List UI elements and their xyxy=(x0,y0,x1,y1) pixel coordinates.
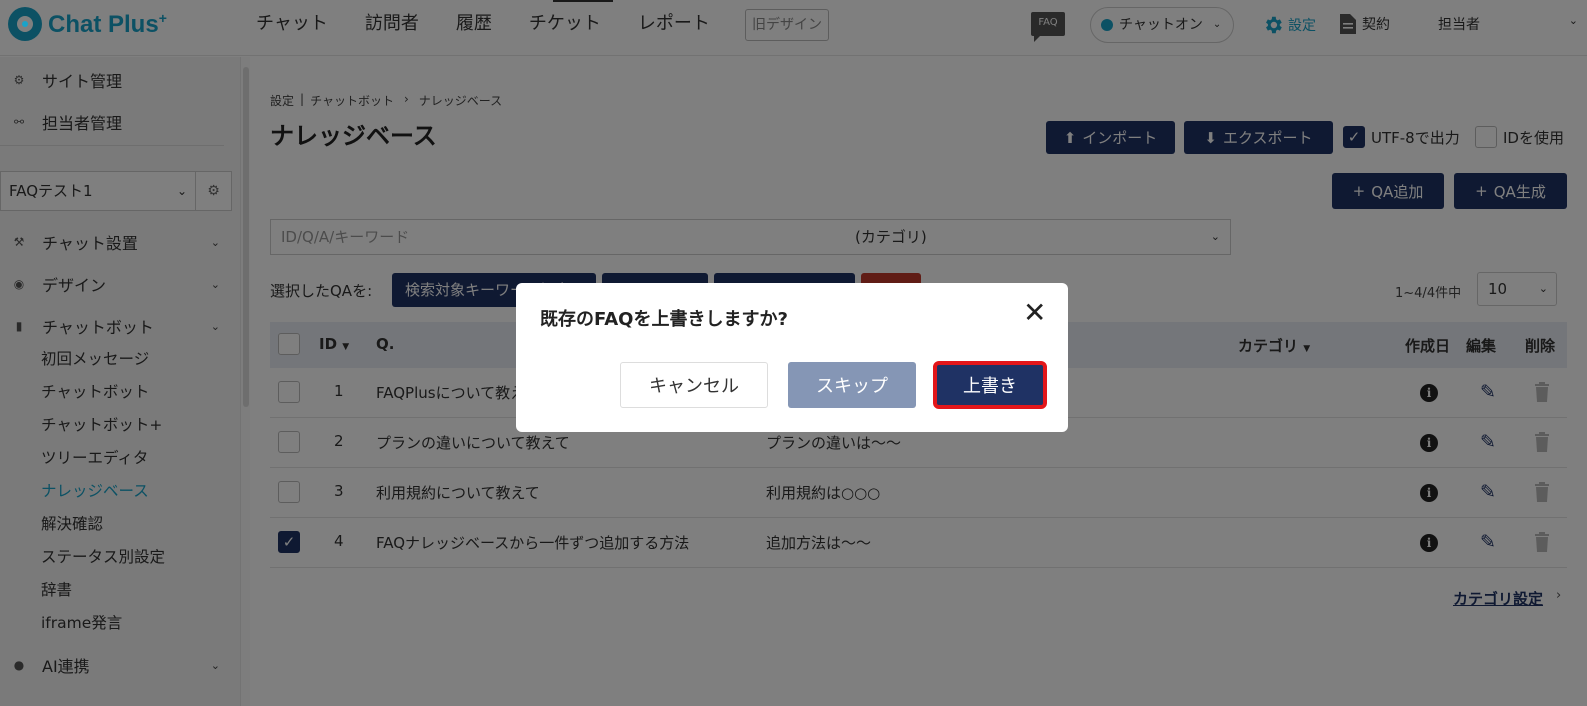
close-icon[interactable]: ✕ xyxy=(1023,299,1046,327)
cancel-button[interactable]: キャンセル xyxy=(620,362,768,408)
skip-button[interactable]: スキップ xyxy=(788,362,916,408)
overwrite-confirm-dialog: 既存のFAQを上書きしますか? ✕ キャンセル スキップ 上書き xyxy=(516,283,1068,432)
overwrite-button[interactable]: 上書き xyxy=(933,361,1047,409)
dialog-title: 既存のFAQを上書きしますか? xyxy=(540,309,788,330)
